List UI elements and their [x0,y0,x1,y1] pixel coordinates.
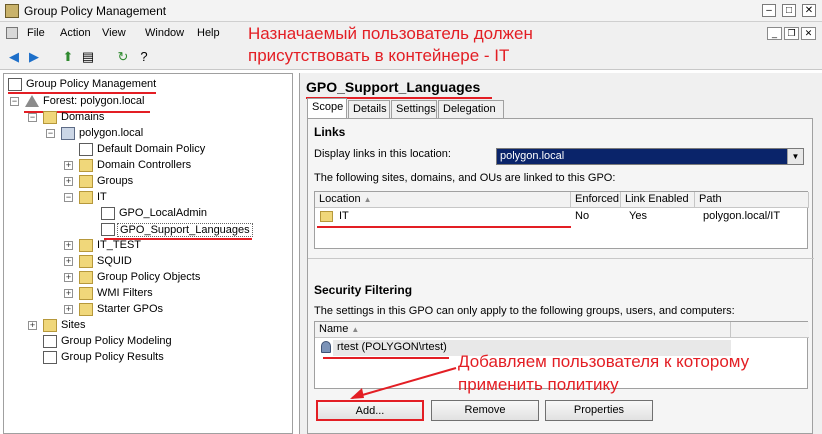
annotation-bottom-line1: Добавляем пользователя к которому [458,352,750,371]
col-enforced[interactable]: Enforced [571,192,621,208]
domain-icon [61,127,75,140]
underline-user [323,357,449,359]
ou-folder-icon [79,191,93,204]
link-enforced: No [575,210,590,222]
remove-button[interactable]: Remove [431,400,539,421]
mdi-close-icon[interactable]: ✕ [801,27,816,40]
expand-icon[interactable]: + [64,177,73,186]
expand-icon[interactable]: + [64,305,73,314]
tab-details[interactable]: Details [348,100,390,118]
results-icon [43,351,57,364]
help-icon[interactable]: ? [136,49,152,65]
system-menu-icon[interactable] [6,27,18,39]
col-path[interactable]: Path [695,192,809,208]
col-blank [731,322,809,338]
ou-folder-icon [79,159,93,172]
forest-icon [25,95,39,107]
display-links-select[interactable]: polygon.local ▼ [496,148,804,165]
tab-settings[interactable]: Settings [391,100,437,118]
col-link-enabled[interactable]: Link Enabled [621,192,695,208]
expand-icon[interactable]: + [64,273,73,282]
annotation-top-line1: Назначаемый пользователь должен [248,24,533,43]
ou-folder-icon [79,239,93,252]
forward-arrow-icon[interactable]: ▶ [26,49,42,65]
menu-action[interactable]: Action [60,27,91,39]
expand-icon[interactable]: + [28,321,37,330]
menu-file[interactable]: File [27,27,45,39]
properties-button[interactable]: Properties [545,400,653,421]
expand-icon[interactable]: + [64,241,73,250]
collapse-icon[interactable]: − [46,129,55,138]
gpo-link-icon [101,223,115,236]
col-name[interactable]: Name ▲ [315,322,731,338]
links-title: Links [314,125,346,139]
expand-icon[interactable]: + [64,161,73,170]
domains-folder-icon [43,111,57,124]
expand-icon[interactable]: + [64,289,73,298]
title-bar: Group Policy Management – □ ✕ [0,0,822,22]
ou-folder-icon [320,211,333,222]
modeling-icon [43,335,57,348]
link-enabled: Yes [629,210,647,222]
link-path: polygon.local/IT [703,210,781,222]
refresh-icon[interactable]: ↻ [115,49,131,65]
back-arrow-icon[interactable]: ◀ [6,49,22,65]
collapse-icon[interactable]: − [64,193,73,202]
wmi-folder-icon [79,287,93,300]
close-icon[interactable]: ✕ [802,4,816,17]
expand-icon[interactable]: + [64,257,73,266]
links-grid: Location ▲ Enforced Link Enabled Path IT… [314,191,809,249]
gpo-link-icon [79,143,93,156]
gpo-link-icon [101,207,115,220]
link-location: IT [339,210,349,222]
add-button[interactable]: Add... [316,400,424,421]
annotation-top-line2: присутствовать в контейнере - IT [248,46,510,65]
user-icon [321,341,331,353]
menu-window[interactable]: Window [145,27,184,39]
up-folder-icon[interactable]: ⬆ [60,49,76,65]
menu-view[interactable]: View [102,27,126,39]
show-tree-icon[interactable]: ▤ [80,49,96,65]
menu-help[interactable]: Help [197,27,220,39]
tab-scope[interactable]: Scope [307,98,347,119]
ou-folder-icon [79,255,93,268]
display-links-label: Display links in this location: [314,148,451,160]
section-divider [308,258,814,259]
console-tree: Group Policy Management − Forest: polygo… [3,73,293,434]
collapse-icon[interactable]: − [28,113,37,122]
tab-delegation[interactable]: Delegation [438,100,504,118]
underline-root [8,92,156,94]
collapse-icon[interactable]: − [10,97,19,106]
window-title: Group Policy Management [24,4,167,18]
sites-folder-icon [43,319,57,332]
mdi-restore-icon[interactable]: ❐ [784,27,799,40]
starter-folder-icon [79,303,93,316]
underline-it-link [317,226,571,228]
maximize-icon[interactable]: □ [782,4,796,17]
security-text: The settings in this GPO can only apply … [314,305,735,317]
gpo-header: GPO_Support_Languages [306,79,481,95]
gpo-container-icon [79,271,93,284]
ou-folder-icon [79,175,93,188]
display-links-value: polygon.local [500,150,565,162]
gpm-root-icon [8,78,22,91]
chevron-down-icon[interactable]: ▼ [787,149,803,164]
mdi-minimize-icon[interactable]: _ [767,27,782,40]
security-title: Security Filtering [314,283,413,297]
linked-text: The following sites, domains, and OUs ar… [314,172,616,184]
minimize-icon[interactable]: – [762,4,776,17]
annotation-bottom-line2: применить политику [458,375,619,394]
gpm-app-icon [5,4,19,18]
col-location[interactable]: Location ▲ [315,192,571,208]
